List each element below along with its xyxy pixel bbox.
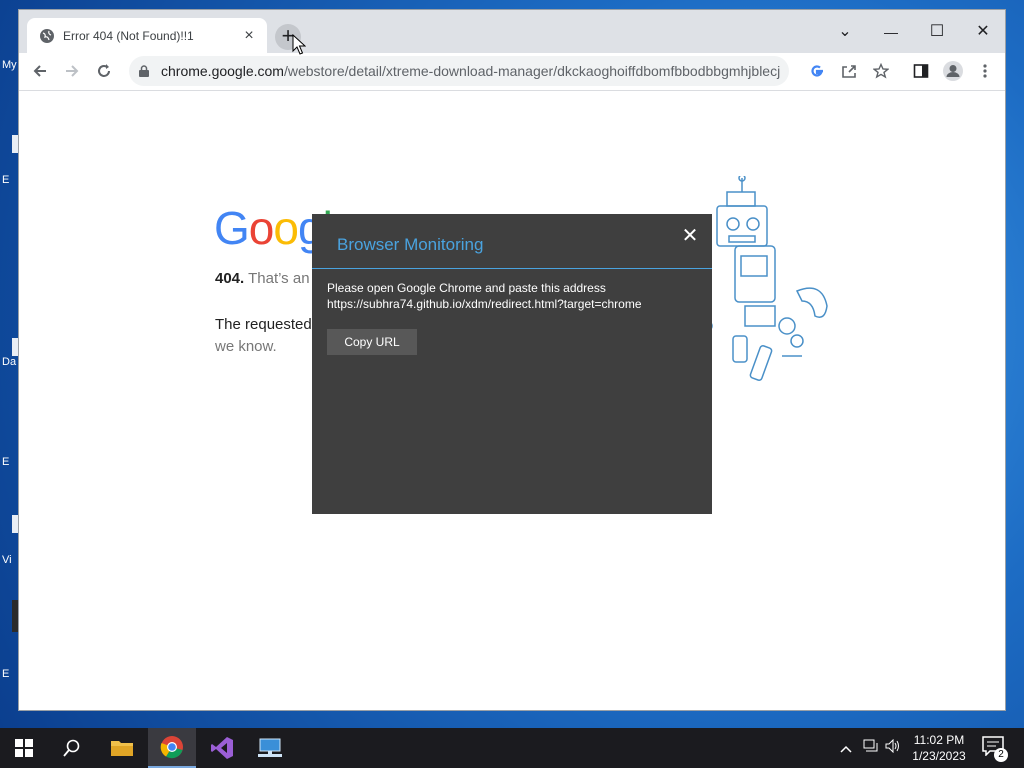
visual-studio-icon (211, 737, 233, 759)
minimize-button[interactable]: — (868, 16, 914, 48)
logo-letter: o (248, 202, 275, 254)
reload-button[interactable] (90, 57, 118, 85)
share-icon (842, 65, 856, 78)
browser-monitoring-dialog: Browser Monitoring ✕ Please open Google … (312, 214, 712, 514)
share-button[interactable] (835, 57, 863, 85)
folder-icon (111, 741, 133, 756)
desktop-icon-label[interactable]: Vi (2, 554, 12, 566)
maximize-button[interactable]: ☐ (914, 16, 960, 48)
network-icon (863, 739, 878, 752)
speaker-icon (885, 738, 899, 754)
clock-date: 1/23/2023 (912, 749, 966, 763)
profile-button[interactable] (939, 57, 967, 85)
dialog-close-icon[interactable]: ✕ (680, 226, 700, 246)
tab-search-button[interactable]: ⌄ (822, 16, 868, 48)
globe-icon (40, 29, 54, 43)
desktop-icon-label[interactable]: Da (2, 356, 16, 368)
dialog-title: Browser Monitoring (337, 235, 484, 254)
url-text[interactable]: chrome.google.com/webstore/detail/xtreme… (161, 63, 797, 79)
error-code: 404. (215, 270, 245, 287)
dialog-message: Please open Google Chrome and paste this… (327, 280, 642, 312)
toolbar: chrome.google.com/webstore/detail/xtreme… (19, 53, 1005, 91)
network-app-button[interactable] (246, 728, 294, 768)
google-lens-button[interactable] (803, 57, 831, 85)
menu-button[interactable] (971, 57, 999, 85)
back-arrow-icon (33, 65, 46, 77)
network-computer-icon (258, 738, 282, 757)
forward-button[interactable] (58, 57, 86, 85)
chrome-icon (160, 736, 183, 759)
logo-letter: G (214, 202, 250, 254)
desktop-icon-label[interactable]: E (2, 174, 9, 186)
side-panel-button[interactable] (907, 57, 935, 85)
desktop-icon-label[interactable]: E (2, 456, 9, 468)
windows-logo-icon (15, 739, 33, 757)
forward-arrow-icon (66, 65, 79, 77)
url-path: /webstore/detail/xtreme-download-manager… (283, 63, 781, 79)
mouse-cursor-icon (292, 34, 306, 55)
side-panel-icon (913, 64, 929, 78)
copy-url-button[interactable]: Copy URL (327, 329, 417, 355)
search-icon (63, 739, 80, 757)
dialog-instruction: Please open Google Chrome and paste this… (327, 281, 606, 295)
taskbar: 11:02 PM 1/23/2023 2 (0, 728, 1024, 768)
lock-icon[interactable] (139, 65, 149, 77)
network-tray-icon[interactable] (861, 738, 881, 758)
file-explorer-button[interactable] (98, 728, 146, 768)
search-button[interactable] (48, 728, 96, 768)
volume-tray-icon[interactable] (883, 738, 903, 758)
notification-count: 2 (994, 748, 1008, 762)
google-g-icon (811, 65, 823, 77)
star-icon (872, 62, 890, 79)
notification-center-button[interactable]: 2 (982, 736, 1008, 762)
clock-time: 11:02 PM (913, 733, 965, 747)
url-host: chrome.google.com (161, 63, 284, 79)
dialog-url: https://subhra74.github.io/xdm/redirect.… (327, 297, 642, 311)
browser-tab[interactable]: Error 404 (Not Found)!!1 × (27, 18, 267, 53)
tab-title: Error 404 (Not Found)!!1 (63, 29, 194, 43)
three-dots-icon (983, 64, 987, 78)
dialog-divider (312, 268, 712, 269)
visual-studio-button[interactable] (198, 728, 246, 768)
tab-strip: Error 404 (Not Found)!!1 × + ⌄ — ☐ ✕ (19, 10, 1005, 53)
chevron-up-icon (840, 745, 852, 753)
back-button[interactable] (26, 57, 54, 85)
profile-avatar-icon (943, 61, 963, 81)
reload-icon (98, 64, 110, 77)
desktop-icon-label[interactable]: My (2, 59, 17, 71)
system-clock[interactable]: 11:02 PM 1/23/2023 (908, 732, 970, 764)
chrome-taskbar-button[interactable] (148, 728, 196, 768)
bookmark-button[interactable] (867, 57, 895, 85)
logo-letter: o (273, 202, 299, 254)
address-bar[interactable]: chrome.google.com/webstore/detail/xtreme… (129, 56, 789, 86)
close-window-button[interactable]: ✕ (960, 16, 1006, 48)
tab-close-icon[interactable]: × (239, 26, 259, 46)
start-button[interactable] (0, 728, 48, 768)
show-hidden-icons-button[interactable] (836, 738, 856, 758)
desktop-icon-label[interactable]: E (2, 668, 9, 680)
